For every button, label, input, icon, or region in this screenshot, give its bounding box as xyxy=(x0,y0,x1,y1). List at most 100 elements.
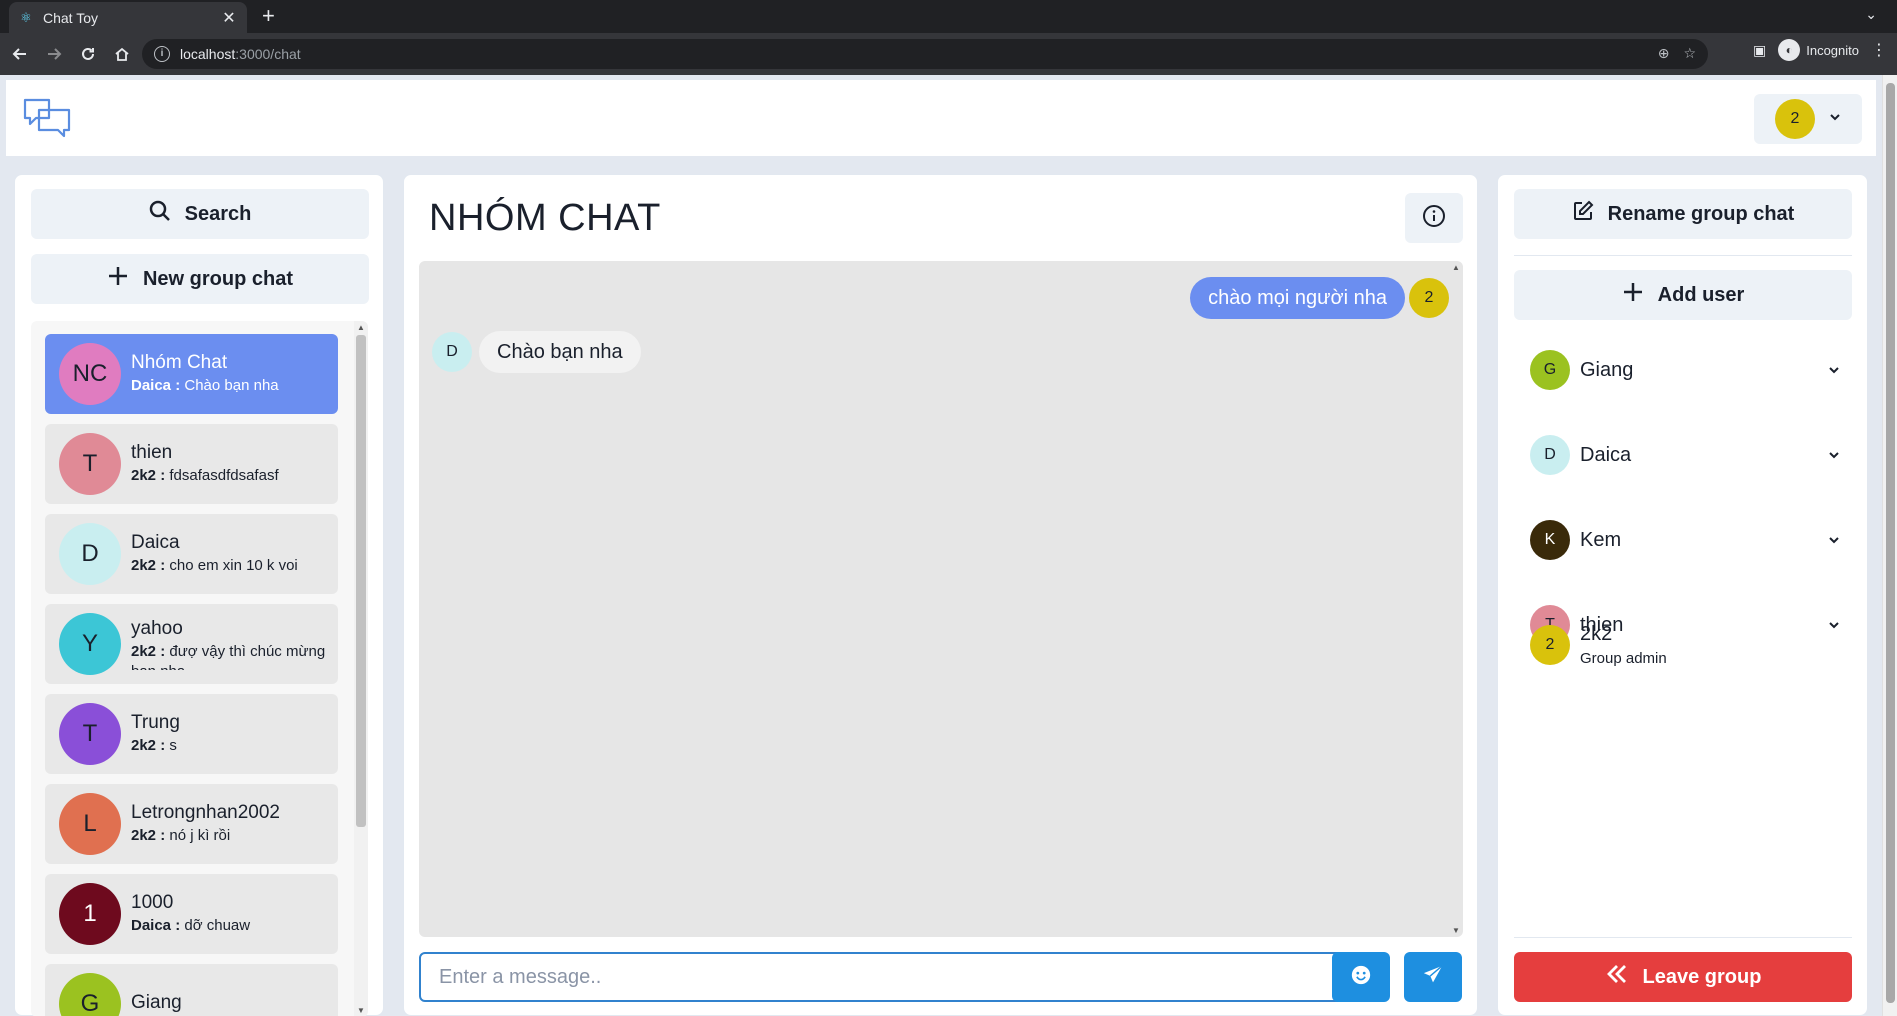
sender-avatar[interactable]: D xyxy=(432,332,472,372)
sender-avatar[interactable]: 2 xyxy=(1409,278,1449,318)
chat-list-item[interactable]: D Daica 2k2 : cho em xin 10 k voi xyxy=(45,514,338,594)
tab-title: Chat Toy xyxy=(43,9,98,26)
chat-meta: yahoo 2k2 : đượ vậy thì chúc mừng bạn nha xyxy=(131,618,336,670)
last-message: 2k2 : đượ vậy thì chúc mừng bạn nha xyxy=(131,642,336,670)
divider xyxy=(1514,937,1852,938)
group-info-button[interactable] xyxy=(1405,193,1463,243)
chat-meta: Giang xyxy=(131,992,336,1016)
side-panel-icon[interactable]: ▣ xyxy=(1753,42,1766,59)
chat-list: NC Nhóm Chat Daica : Chào bạn nha Tthien 2k2… xyxy=(31,321,368,1016)
add-user-button[interactable]: Add user xyxy=(1514,270,1852,320)
browser-toolbar: i localhost:3000/chat ⊕ ☆ ▣ ◐ Incognito … xyxy=(0,33,1897,75)
leave-group-button[interactable]: Leave group xyxy=(1514,952,1852,1002)
chat-avatar: D xyxy=(59,523,121,585)
chat-list-item[interactable]: G Giang xyxy=(45,964,338,1016)
last-message: Daica : dỡ chuaw xyxy=(131,916,336,936)
chat-list-item[interactable]: NC Nhóm Chat Daica : Chào bạn nha xyxy=(45,334,338,414)
last-message: 2k2 : s xyxy=(131,736,336,756)
profile-menu-button[interactable]: 2 xyxy=(1754,94,1862,144)
chat-avatar: L xyxy=(59,793,121,855)
send-button[interactable] xyxy=(1404,952,1462,1002)
incognito-indicator[interactable]: ◐ Incognito xyxy=(1778,39,1859,61)
message-input[interactable] xyxy=(421,954,1344,1000)
last-message-text: Chào bạn nha xyxy=(184,377,279,394)
chat-list-item[interactable]: L Letrongnhan2002 2k2 : nó j kì rồi xyxy=(45,784,338,864)
chat-title: NHÓM CHAT xyxy=(429,197,661,239)
last-message-text: dỡ chuaw xyxy=(184,917,251,934)
chat-meta: Letrongnhan2002 2k2 : nó j kì rồi xyxy=(131,802,336,846)
home-icon[interactable] xyxy=(108,40,136,68)
chat-logo-icon[interactable] xyxy=(22,96,72,138)
member-avatar[interactable]: 2 xyxy=(1530,625,1570,665)
member-row: G Giang xyxy=(1514,335,1852,405)
chat-meta: thien 2k2 : fdsafasdfdsafasf xyxy=(131,442,336,486)
chat-name: 1000 xyxy=(131,892,174,913)
group-details-panel: Rename group chat Add user G Giang D Daica K… xyxy=(1497,174,1868,1016)
last-message-sender: Daica : xyxy=(131,377,181,394)
member-row: K Kem xyxy=(1514,505,1852,575)
message-area: chào mọi người nha 2 D Chào bạn nha ▲ ▼ xyxy=(419,261,1463,937)
chat-window: NHÓM CHAT chào mọi người nha 2 D Chào bạ… xyxy=(403,174,1478,1016)
chat-list-scrollbar[interactable]: ▲ ▼ xyxy=(354,321,368,1016)
message-outgoing: chào mọi người nha xyxy=(1190,277,1405,319)
chat-list-item[interactable]: Tthien 2k2 : fdsafasdfdsafasf xyxy=(45,424,338,504)
last-message-text: nó j kì rồi xyxy=(169,827,231,844)
address-bar[interactable]: i localhost:3000/chat ⊕ ☆ xyxy=(142,39,1708,69)
chat-name: Letrongnhan2002 xyxy=(131,802,280,823)
rename-group-button[interactable]: Rename group chat xyxy=(1514,189,1852,239)
new-tab-icon[interactable]: + xyxy=(262,4,275,28)
member-name: Giang xyxy=(1580,358,1634,381)
page-scrollbar[interactable] xyxy=(1882,75,1897,1016)
forward-icon[interactable] xyxy=(40,40,68,68)
browser-tab-bar: ⚛ Chat Toy ✕ + ⌄ xyxy=(0,0,1897,33)
chat-avatar: 1 xyxy=(59,883,121,945)
edit-icon xyxy=(1572,200,1594,228)
message-input-wrapper xyxy=(419,952,1346,1002)
plus-icon xyxy=(1622,281,1644,309)
last-message-sender: 2k2 : xyxy=(131,737,166,754)
member-avatar[interactable]: G xyxy=(1530,350,1570,390)
search-button[interactable]: Search xyxy=(31,189,369,239)
browser-menu-icon[interactable]: ⋮ xyxy=(1871,40,1887,60)
emoji-button[interactable] xyxy=(1332,952,1390,1002)
last-message-text: cho em xin 10 k voi xyxy=(169,557,298,574)
chat-name: Giang xyxy=(131,992,182,1013)
chat-list-panel: Search New group chat NC Nhóm Chat Daica :… xyxy=(14,174,384,1016)
chat-avatar: T xyxy=(59,433,121,495)
last-message-sender: Daica : xyxy=(131,917,181,934)
last-message-sender: 2k2 : xyxy=(131,467,166,484)
site-info-icon[interactable]: i xyxy=(154,46,170,62)
member-name: Kem xyxy=(1580,528,1622,551)
incognito-icon: ◐ xyxy=(1778,39,1801,61)
chat-meta: 1000 Daica : dỡ chuaw xyxy=(131,892,336,936)
zoom-icon[interactable]: ⊕ xyxy=(1658,45,1670,62)
chat-avatar: G xyxy=(59,973,121,1016)
chat-meta: Trung 2k2 : s xyxy=(131,712,336,756)
chevron-down-icon[interactable] xyxy=(1816,449,1852,461)
chat-list-item[interactable]: Yyahoo 2k2 : đượ vậy thì chúc mừng bạn nh… xyxy=(45,604,338,684)
smile-icon xyxy=(1350,964,1372,991)
chat-meta: Daica 2k2 : cho em xin 10 k voi xyxy=(131,532,336,576)
last-message: Daica : Chào bạn nha xyxy=(131,376,336,396)
app-root: 2 Search New group chat NC Nhóm Chat Daica… xyxy=(0,75,1897,1016)
member-row-admin: 2 2k2 Group admin xyxy=(1514,605,1852,685)
browser-tab[interactable]: ⚛ Chat Toy ✕ xyxy=(9,2,247,33)
member-row: D Daica xyxy=(1514,420,1852,490)
tab-search-icon[interactable]: ⌄ xyxy=(1865,6,1877,23)
member-avatar[interactable]: D xyxy=(1530,435,1570,475)
message-scrollbar[interactable]: ▲ ▼ xyxy=(1449,261,1463,937)
chat-list-item[interactable]: 1 1000 Daica : dỡ chuaw xyxy=(45,874,338,954)
reload-icon[interactable] xyxy=(74,40,102,68)
back-icon[interactable] xyxy=(6,40,34,68)
member-avatar[interactable]: K xyxy=(1530,520,1570,560)
app-header: 2 xyxy=(6,80,1876,156)
last-message: 2k2 : nó j kì rồi xyxy=(131,826,336,846)
bookmark-star-icon[interactable]: ☆ xyxy=(1683,45,1696,62)
chevron-down-icon[interactable] xyxy=(1816,364,1852,376)
member-name: 2k2 xyxy=(1580,623,1613,645)
chat-list-item[interactable]: T Trung 2k2 : s xyxy=(45,694,338,774)
last-message: 2k2 : cho em xin 10 k voi xyxy=(131,556,336,576)
chevron-down-icon[interactable] xyxy=(1816,534,1852,546)
close-tab-icon[interactable]: ✕ xyxy=(221,8,237,28)
new-group-chat-button[interactable]: New group chat xyxy=(31,254,369,304)
